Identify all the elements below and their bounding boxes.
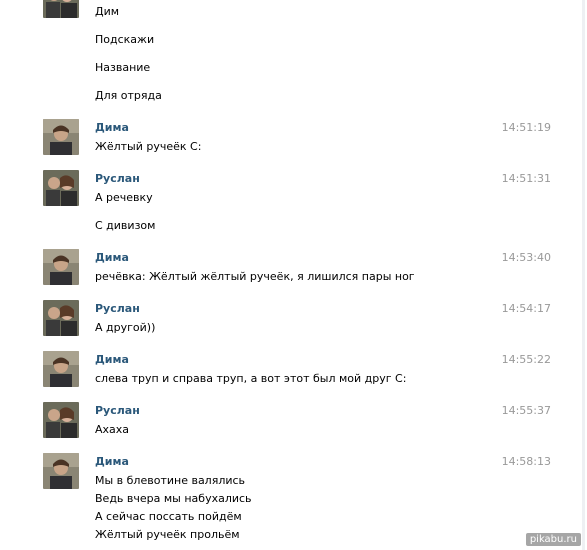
message-text: Жёлтый ручеёк прольём <box>95 528 240 541</box>
avatar[interactable] <box>43 402 79 438</box>
message-text: Для отряда <box>95 89 162 102</box>
message-time[interactable]: 14:54:17 <box>502 302 551 316</box>
avatar[interactable] <box>43 351 79 387</box>
message-time[interactable]: 14:55:37 <box>502 404 551 418</box>
message-text: А речевку <box>95 191 153 204</box>
message-text: С дивизом <box>95 219 156 232</box>
message-author[interactable]: Руслан <box>95 302 140 316</box>
message-time[interactable]: 14:58:13 <box>502 455 551 469</box>
message-time[interactable]: 14:55:22 <box>502 353 551 367</box>
message-text: Ведь вчера мы набухались <box>95 492 252 505</box>
message-history: Дим Подскажи Название Для отряда Дима 14… <box>0 0 587 550</box>
scrollbar[interactable] <box>582 0 585 550</box>
watermark: pikabu.ru <box>525 533 581 546</box>
avatar[interactable] <box>43 119 79 155</box>
avatar[interactable] <box>43 249 79 285</box>
message-text: Жёлтый ручеёк С: <box>95 140 202 153</box>
message-text: Мы в блевотине валялись <box>95 474 246 487</box>
message-text: Подскажи <box>95 33 155 46</box>
message-author[interactable]: Дима <box>95 251 129 265</box>
message-time[interactable]: 14:53:40 <box>502 251 551 265</box>
message-text: Дим <box>95 5 120 18</box>
message-author[interactable]: Руслан <box>95 404 140 418</box>
avatar[interactable] <box>43 300 79 336</box>
message-text: А другой)) <box>95 321 156 334</box>
message-text: Название <box>95 61 151 74</box>
message-time[interactable]: 14:51:19 <box>502 121 551 135</box>
message-author[interactable]: Руслан <box>95 172 140 186</box>
message-text: Ахаха <box>95 423 130 436</box>
avatar[interactable] <box>43 0 79 18</box>
avatar[interactable] <box>43 170 79 206</box>
message-text: А сейчас поссать пойдём <box>95 510 242 523</box>
message-text: слева труп и справа труп, а вот этот был… <box>95 372 407 385</box>
message-time[interactable]: 14:51:31 <box>502 172 551 186</box>
avatar[interactable] <box>43 453 79 489</box>
message-author[interactable]: Дима <box>95 353 129 367</box>
message-author[interactable]: Дима <box>95 455 129 469</box>
message-text: речёвка: Жёлтый жёлтый ручеёк, я лишился… <box>95 270 415 283</box>
message-author[interactable]: Дима <box>95 121 129 135</box>
